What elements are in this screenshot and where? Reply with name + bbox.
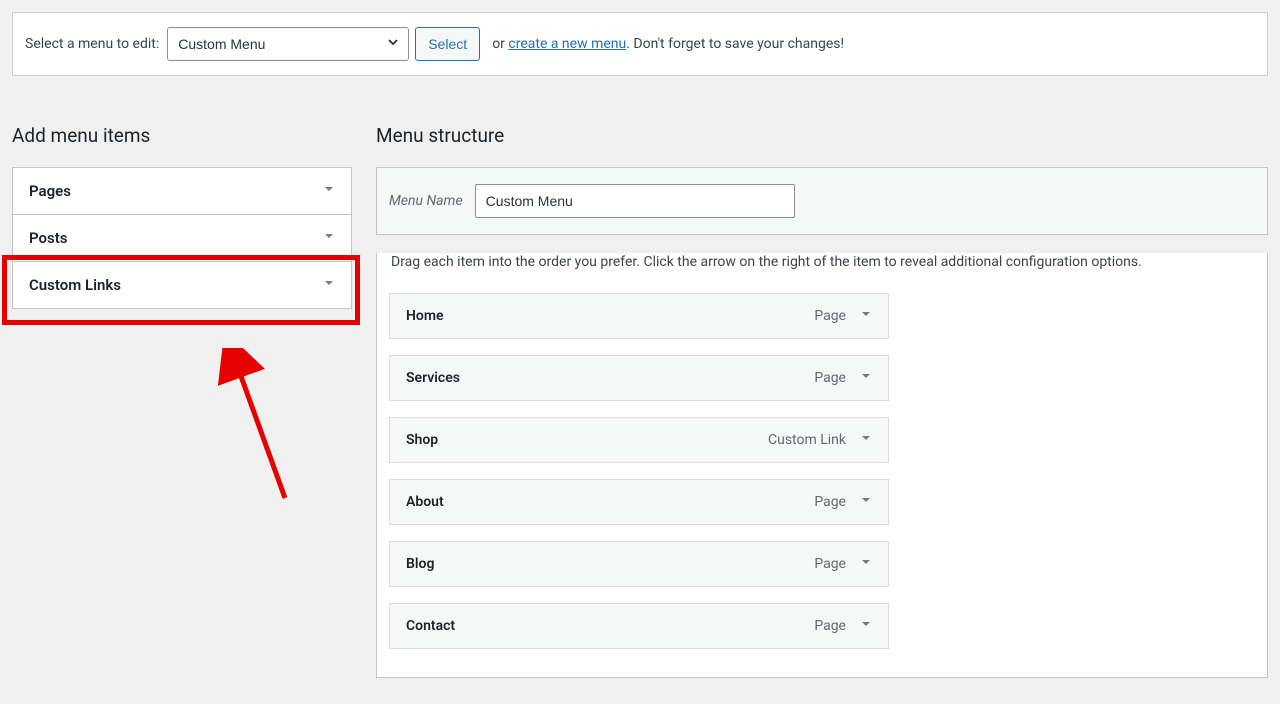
accordion-custom-links[interactable]: Custom Links [13, 262, 351, 308]
menu-item[interactable]: Shop Custom Link [389, 417, 889, 463]
menu-item-title: Contact [406, 618, 455, 634]
select-menu-label: Select a menu to edit: [25, 36, 159, 52]
caret-down-icon [323, 183, 335, 199]
caret-down-icon[interactable] [860, 556, 872, 572]
menu-name-input[interactable] [475, 184, 795, 218]
drag-instructions: Drag each item into the order you prefer… [391, 253, 1253, 273]
save-reminder-text: . Don't forget to save your changes! [626, 36, 844, 52]
menu-item-title: About [406, 494, 444, 510]
add-menu-items-title: Add menu items [12, 124, 352, 147]
or-text: or create a new menu. Don't forget to sa… [492, 36, 844, 52]
select-button[interactable]: Select [415, 27, 480, 61]
accordion-label: Posts [29, 229, 67, 247]
menu-item-type: Page [814, 556, 846, 572]
menu-item-type: Page [814, 308, 846, 324]
caret-down-icon[interactable] [860, 618, 872, 634]
menu-item-type: Page [814, 494, 846, 510]
menu-item[interactable]: Blog Page [389, 541, 889, 587]
menu-items-list: Home Page Services Page Shop Custom Link… [389, 293, 889, 649]
menu-item-type: Page [814, 370, 846, 386]
menu-item[interactable]: Services Page [389, 355, 889, 401]
caret-down-icon[interactable] [860, 432, 872, 448]
caret-down-icon [323, 230, 335, 246]
menu-select-bar: Select a menu to edit: Custom Menu Selec… [12, 12, 1268, 76]
menu-item[interactable]: About Page [389, 479, 889, 525]
menu-structure-title: Menu structure [376, 124, 1268, 147]
menu-item-title: Blog [406, 556, 434, 572]
caret-down-icon [323, 277, 335, 293]
menu-item[interactable]: Home Page [389, 293, 889, 339]
menu-item-type: Page [814, 618, 846, 634]
accordion-label: Pages [29, 182, 71, 200]
accordion-posts[interactable]: Posts [13, 215, 351, 262]
create-new-menu-link[interactable]: create a new menu [508, 36, 626, 52]
menu-select-dropdown[interactable]: Custom Menu [167, 27, 409, 61]
accordion-label: Custom Links [29, 276, 121, 294]
menu-structure-body: Drag each item into the order you prefer… [376, 253, 1268, 678]
accordion-pages[interactable]: Pages [13, 168, 351, 215]
add-items-accordion: Pages Posts Custom Links [12, 167, 352, 309]
menu-item-type: Custom Link [768, 432, 846, 448]
caret-down-icon[interactable] [860, 370, 872, 386]
menu-name-row: Menu Name [376, 167, 1268, 235]
menu-item[interactable]: Contact Page [389, 603, 889, 649]
menu-item-title: Home [406, 308, 444, 324]
caret-down-icon[interactable] [860, 308, 872, 324]
menu-item-title: Shop [406, 432, 438, 448]
menu-name-label: Menu Name [389, 193, 463, 209]
caret-down-icon[interactable] [860, 494, 872, 510]
menu-item-title: Services [406, 370, 460, 386]
